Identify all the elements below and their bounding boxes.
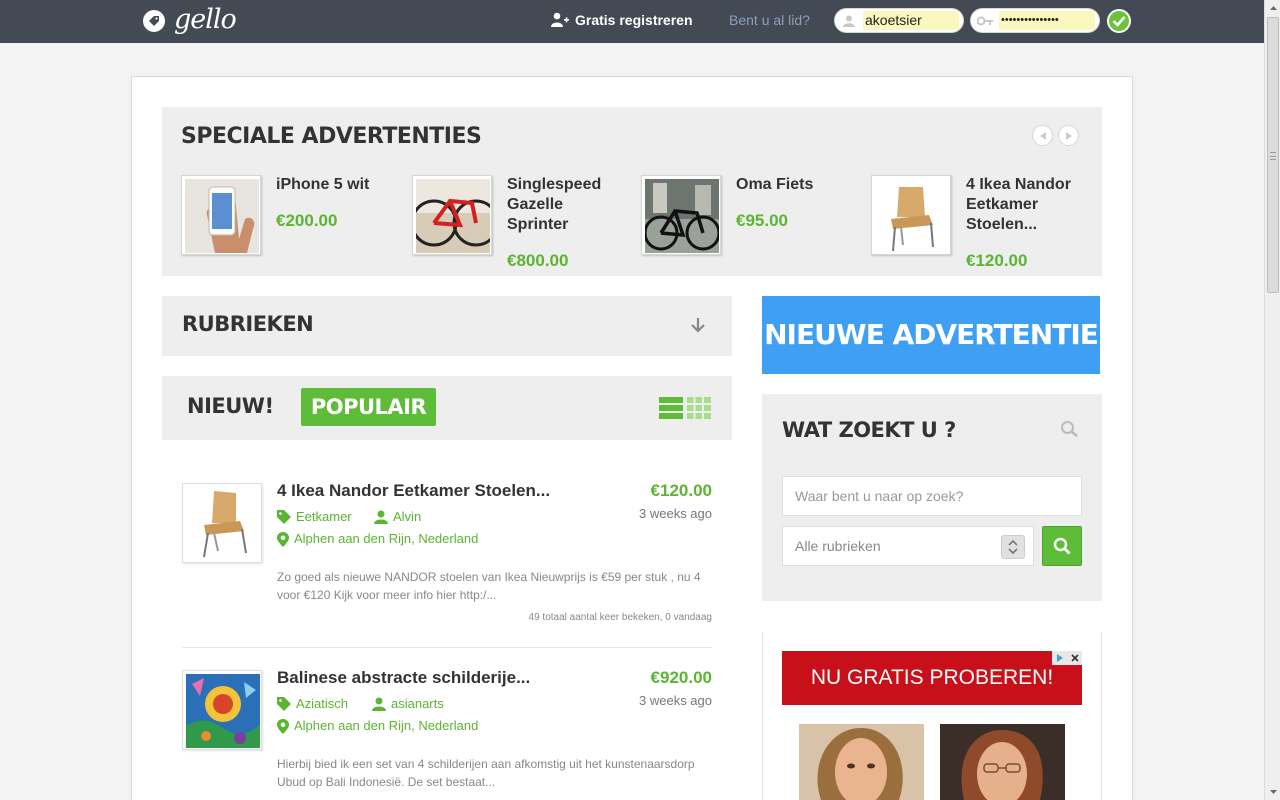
special-ad-price: €800.00 [507, 251, 569, 270]
listing-category[interactable]: Eetkamer [277, 509, 352, 525]
special-ad-title: Singlespeed Gazelle Sprinter [507, 176, 602, 233]
chevron-left-icon [1039, 131, 1046, 140]
phone-photo[interactable] [181, 175, 261, 255]
scroll-up-arrow-icon[interactable] [1265, 0, 1280, 16]
special-ads-panel: SPECIALE ADVERTENTIES iPhone 5 wit €200.… [162, 107, 1102, 276]
special-ad-price: €120.00 [966, 251, 1028, 270]
listing-user-label: Alvin [393, 509, 422, 524]
carousel-next-button[interactable] [1058, 125, 1079, 146]
listing-location[interactable]: Alphen aan den Rijn, Nederland [277, 531, 478, 547]
special-ads-title: SPECIALE ADVERTENTIES [181, 124, 482, 149]
painting-photo[interactable] [182, 670, 262, 750]
password-field[interactable]: ••••••••••••••• [970, 8, 1100, 33]
username-field[interactable]: akoetsier [834, 8, 964, 33]
ad-info-icon[interactable] [1052, 651, 1067, 665]
categories-toggle[interactable]: RUBRIEKEN [162, 296, 732, 356]
listing-age: 3 weeks ago [639, 693, 712, 708]
listing-user-label: asianarts [391, 696, 444, 711]
listing-view-count: 49 totaal aantal keer bekeken, 0 vandaag [528, 612, 712, 623]
check-icon [1112, 16, 1126, 27]
new-ad-button[interactable]: NIEUWE ADVERTENTIE [762, 296, 1100, 374]
top-bar: gello Gratis registreren Bent u al lid? … [0, 0, 1264, 43]
grid-view-icon[interactable] [687, 397, 711, 419]
listing-category[interactable]: Aziatisch [277, 696, 348, 712]
chair-photo[interactable] [182, 483, 262, 563]
bicycle-photo[interactable] [412, 175, 492, 255]
location-pin-icon [277, 531, 289, 547]
listing-price: €120.00 [650, 481, 712, 500]
select-arrows-icon [1001, 535, 1025, 559]
password-value: ••••••••••••••• [999, 11, 1095, 30]
category-select[interactable]: Alle rubrieken [782, 526, 1034, 566]
chair-photo[interactable] [871, 175, 951, 255]
list-item[interactable]: 4 Ikea Nandor Eetkamer Stoelen... €120.0… [162, 480, 732, 633]
scroll-down-arrow-icon[interactable] [1265, 784, 1280, 800]
listing-tabs-bar: NIEUW! POPULAIR [162, 376, 732, 440]
listing-title[interactable]: Balinese abstracte schilderije... [277, 667, 530, 689]
listing-title[interactable]: 4 Ikea Nandor Eetkamer Stoelen... [277, 480, 550, 502]
listing-category-label: Aziatisch [296, 696, 349, 711]
special-ad-title: Oma Fiets [736, 176, 814, 193]
tag-icon [277, 697, 291, 711]
listing-location-label: Alphen aan den Rijn, Nederland [294, 718, 479, 733]
chevron-right-icon [1065, 131, 1072, 140]
search-icon [1061, 421, 1078, 437]
register-label: Gratis registreren [575, 12, 693, 28]
bicycle-photo[interactable] [641, 175, 721, 255]
ad-choices[interactable] [1052, 651, 1082, 665]
listing-category-label: Eetkamer [296, 509, 352, 524]
listing-age: 3 weeks ago [639, 506, 712, 521]
listing-description: Zo goed als nieuwe NANDOR stoelen van Ik… [277, 570, 701, 602]
close-icon[interactable] [1067, 651, 1082, 665]
tag-logo-icon[interactable] [143, 10, 165, 32]
site-logo[interactable]: gello [174, 4, 237, 36]
ad-person-photo[interactable] [940, 724, 1065, 800]
list-item[interactable]: Balinese abstracte schilderije... €920.0… [162, 667, 732, 800]
special-ad-price: €200.00 [276, 211, 338, 230]
list-view-icon[interactable] [659, 397, 683, 419]
search-panel: WAT ZOEKT U ? Waar bent u naar op zoek? … [762, 394, 1102, 601]
listing-user[interactable]: Alvin [374, 509, 421, 525]
ad-person-photo[interactable] [799, 724, 924, 800]
search-submit-button[interactable] [1042, 526, 1082, 566]
search-icon [1053, 537, 1071, 555]
category-select-value: Alle rubrieken [795, 538, 881, 554]
register-link[interactable]: Gratis registreren [551, 10, 693, 30]
listing-price: €920.00 [650, 668, 712, 687]
listing-description: Hierbij bied ik een set van 4 schilderij… [277, 757, 695, 789]
categories-title: RUBRIEKEN [182, 312, 314, 336]
user-icon [372, 697, 386, 711]
key-icon [971, 9, 999, 32]
special-ad-title: iPhone 5 wit [276, 176, 370, 193]
add-user-icon [551, 12, 569, 27]
tab-popular[interactable]: POPULAIR [301, 388, 436, 426]
location-pin-icon [277, 718, 289, 734]
login-submit-button[interactable] [1107, 9, 1131, 33]
special-ad-price: €95.00 [736, 211, 788, 230]
tag-icon [277, 510, 291, 524]
user-icon [835, 9, 863, 32]
arrow-down-icon [691, 318, 705, 333]
ad-banner[interactable]: NU GRATIS PROBEREN! [782, 651, 1082, 705]
listing-divider [182, 647, 712, 648]
username-value: akoetsier [863, 11, 959, 30]
listing-user[interactable]: asianarts [372, 696, 444, 712]
special-ad-title: 4 Ikea Nandor Eetkamer Stoelen... [966, 176, 1071, 233]
search-title: WAT ZOEKT U ? [782, 418, 956, 442]
member-prompt: Bent u al lid? [729, 12, 810, 28]
carousel-prev-button[interactable] [1032, 125, 1053, 146]
page-scrollbar[interactable] [1264, 0, 1280, 800]
search-input[interactable]: Waar bent u naar op zoek? [782, 476, 1082, 516]
user-icon [374, 510, 388, 524]
tab-new[interactable]: NIEUW! [187, 394, 274, 418]
listing-location[interactable]: Alphen aan den Rijn, Nederland [277, 718, 478, 734]
listing-location-label: Alphen aan den Rijn, Nederland [294, 531, 479, 546]
scroll-thumb[interactable] [1267, 17, 1279, 293]
